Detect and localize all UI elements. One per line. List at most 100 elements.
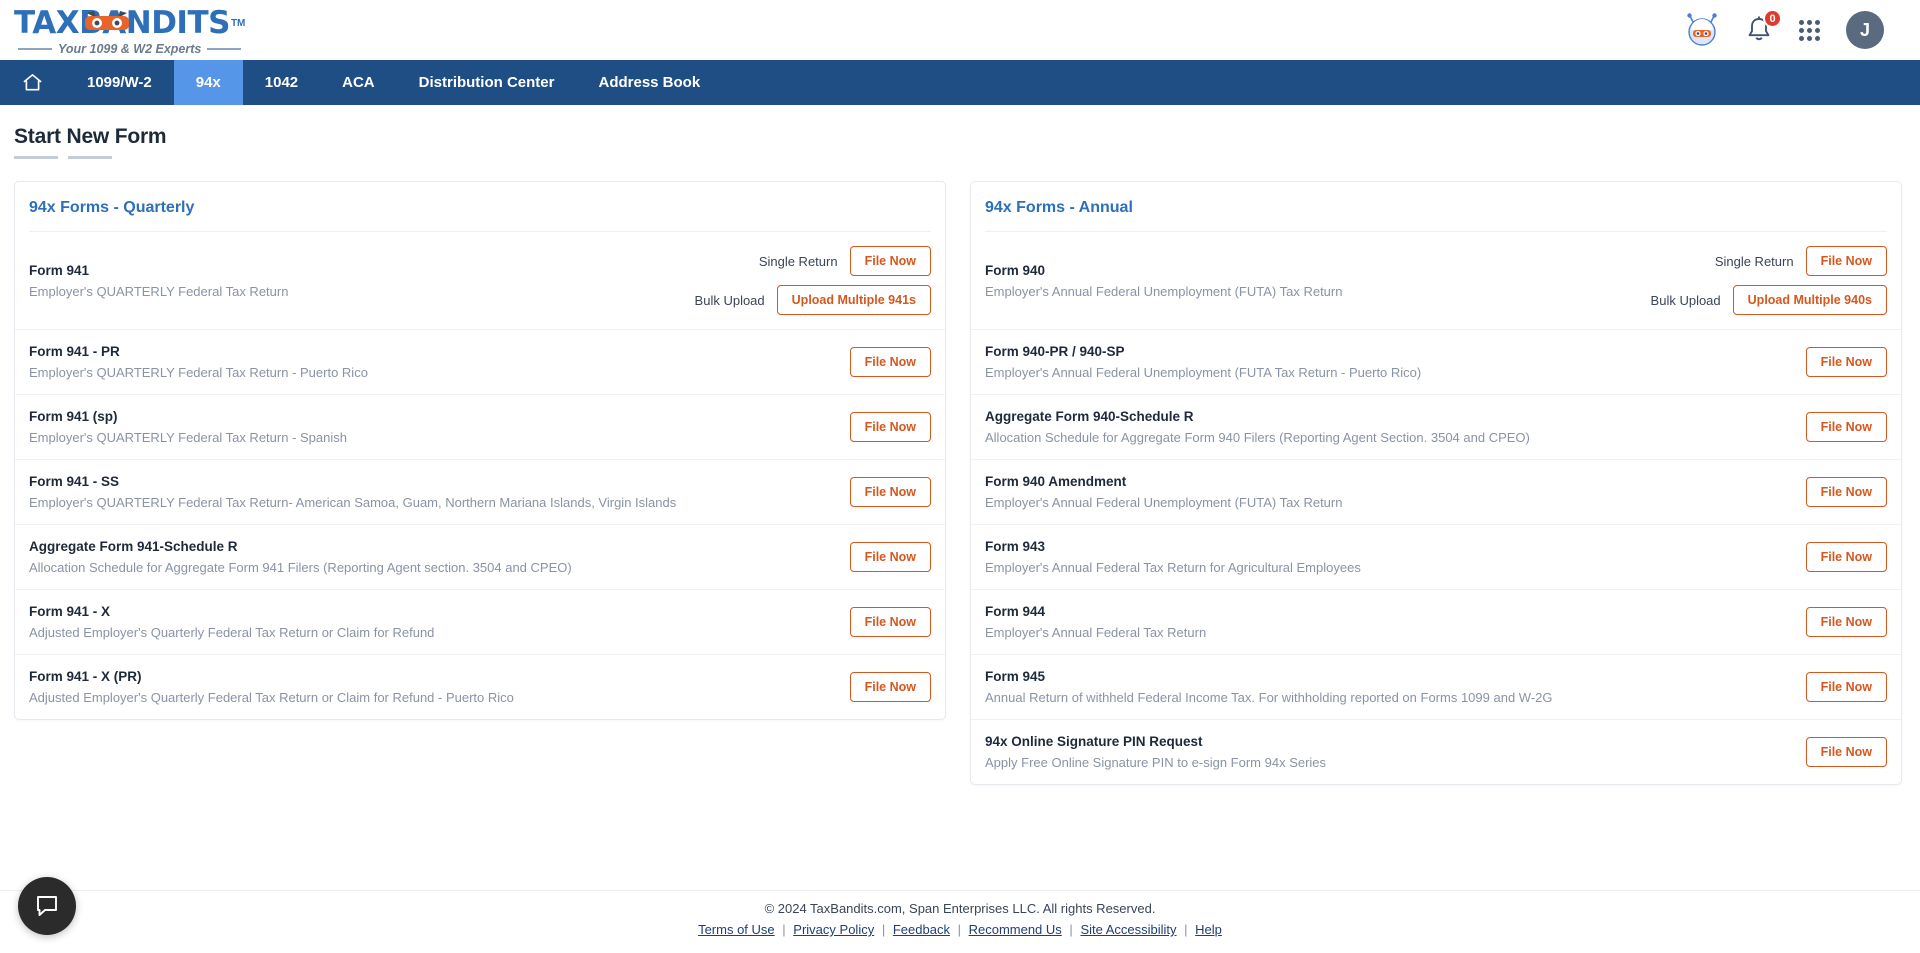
file-now-button[interactable]: File Now xyxy=(849,412,931,442)
file-now-button[interactable]: File Now xyxy=(1805,412,1887,442)
form-info: Form 941 - SS Employer's QUARTERLY Feder… xyxy=(29,474,676,510)
table-row: Form 940 Employer's Annual Federal Unemp… xyxy=(971,232,1901,330)
nav-item-1042[interactable]: 1042 xyxy=(243,60,320,105)
form-description: Employer's Annual Federal Unemployment (… xyxy=(985,283,1343,299)
nav-item-distribution-center[interactable]: Distribution Center xyxy=(397,60,577,105)
table-row: Form 941 - SS Employer's QUARTERLY Feder… xyxy=(15,460,945,525)
form-info: Aggregate Form 940-Schedule R Allocation… xyxy=(985,409,1530,445)
page-footer: © 2024 TaxBandits.com, Span Enterprises … xyxy=(0,890,1920,953)
apps-menu-button[interactable] xyxy=(1799,19,1820,41)
form-description: Adjusted Employer's Quarterly Federal Ta… xyxy=(29,625,435,640)
file-now-button[interactable]: File Now xyxy=(849,542,931,572)
page-title-section: Start New Form xyxy=(0,105,1920,159)
table-row: Form 945 Annual Return of withheld Feder… xyxy=(971,655,1901,720)
file-now-button[interactable]: File Now xyxy=(849,347,931,377)
file-now-button[interactable]: File Now xyxy=(1805,737,1887,767)
form-info: Form 941 - PR Employer's QUARTERLY Feder… xyxy=(29,344,368,380)
user-avatar[interactable]: J xyxy=(1846,11,1884,49)
nav-item-94x[interactable]: 94x xyxy=(173,60,243,105)
form-info: Form 945 Annual Return of withheld Feder… xyxy=(985,669,1553,705)
nav-item-home[interactable] xyxy=(0,60,65,105)
table-row: Form 940 Amendment Employer's Annual Fed… xyxy=(971,460,1901,525)
footer-link-terms-of-use[interactable]: Terms of Use xyxy=(698,922,775,937)
single-return-label: Single Return xyxy=(1714,253,1794,269)
table-row: Aggregate Form 940-Schedule R Allocation… xyxy=(971,395,1901,460)
card-quarterly-title: 94x Forms - Quarterly xyxy=(29,199,195,216)
file-now-button[interactable]: File Now xyxy=(1805,607,1887,637)
form-name: Aggregate Form 940-Schedule R xyxy=(985,409,1194,424)
upload-multiple-940s-button[interactable]: Upload Multiple 940s xyxy=(1732,285,1887,315)
chat-bubble-icon xyxy=(37,896,57,916)
form-info: Aggregate Form 941-Schedule R Allocation… xyxy=(29,539,572,575)
notifications-button[interactable]: 0 xyxy=(1745,9,1782,45)
table-row: Form 941 (sp) Employer's QUARTERLY Feder… xyxy=(15,395,945,460)
file-now-button[interactable]: File Now xyxy=(1805,477,1887,507)
nav-item-address-book[interactable]: Address Book xyxy=(576,60,722,105)
tagline-text: Your 1099 & W2 Experts xyxy=(58,42,202,56)
single-return-action: Single Return File Now xyxy=(759,246,931,276)
title-underline-segment xyxy=(14,156,58,159)
form-info: Form 943 Employer's Annual Federal Tax R… xyxy=(985,539,1361,575)
form-description: Employer's Annual Federal Tax Return xyxy=(985,625,1207,640)
file-now-button[interactable]: File Now xyxy=(1805,672,1887,702)
form-description: Employer's QUARTERLY Federal Tax Return … xyxy=(29,365,368,380)
bulk-upload-action: Bulk Upload Upload Multiple 940s xyxy=(1651,285,1887,315)
form-description: Annual Return of withheld Federal Income… xyxy=(985,690,1553,705)
form-description: Employer's QUARTERLY Federal Tax Return-… xyxy=(29,495,677,510)
single-return-label: Single Return xyxy=(758,253,838,269)
grid-dot xyxy=(1815,27,1820,33)
form-description: Allocation Schedule for Aggregate Form 9… xyxy=(985,430,1530,445)
bulk-upload-action: Bulk Upload Upload Multiple 941s xyxy=(695,285,931,315)
header-icon-group: 0 J xyxy=(1685,9,1884,49)
table-row: Form 940-PR / 940-SP Employer's Annual F… xyxy=(971,330,1901,395)
form-description: Employer's QUARTERLY Federal Tax Return xyxy=(29,283,289,299)
robot-assistant-icon xyxy=(1687,13,1717,46)
chatbot-button[interactable] xyxy=(1685,13,1719,47)
file-now-button[interactable]: File Now xyxy=(849,607,931,637)
form-info: Form 941 Employer's QUARTERLY Federal Ta… xyxy=(29,263,288,299)
logo-mark: TAXBANDITS TM xyxy=(14,8,245,39)
grid-dot xyxy=(1799,27,1804,33)
bandit-glasses-icon xyxy=(85,11,129,30)
form-name: Form 941 - X (PR) xyxy=(29,669,142,684)
footer-link-recommend-us[interactable]: Recommend Us xyxy=(969,922,1062,937)
grid-dot xyxy=(1807,19,1812,25)
bell-wrapper: 0 xyxy=(1745,9,1782,45)
nav-item-1099-w2[interactable]: 1099/W-2 xyxy=(65,60,174,105)
grid-dot xyxy=(1807,35,1812,41)
file-now-button[interactable]: File Now xyxy=(849,246,931,276)
title-underline-segment xyxy=(68,156,112,159)
file-now-button[interactable]: File Now xyxy=(849,672,931,702)
form-description: Employer's QUARTERLY Federal Tax Return … xyxy=(29,430,347,445)
footer-link-site-accessibility[interactable]: Site Accessibility xyxy=(1080,922,1176,937)
footer-link-privacy-policy[interactable]: Privacy Policy xyxy=(793,922,874,937)
form-name: Form 944 xyxy=(985,604,1046,619)
logo-tagline: Your 1099 & W2 Experts xyxy=(18,42,242,56)
brand-logo[interactable]: TAXBANDITS TM Your 1099 & W2 Experts xyxy=(14,4,245,57)
copyright-text: © 2024 TaxBandits.com, Span Enterprises … xyxy=(764,901,1156,916)
file-now-button[interactable]: File Now xyxy=(1805,246,1887,276)
footer-links: Terms of Use | Privacy Policy | Feedback… xyxy=(0,922,1920,937)
form-info: Form 940 Employer's Annual Federal Unemp… xyxy=(985,263,1342,299)
form-info: Form 941 (sp) Employer's QUARTERLY Feder… xyxy=(29,409,347,445)
bulk-upload-label: Bulk Upload xyxy=(694,292,765,308)
form-info: Form 944 Employer's Annual Federal Tax R… xyxy=(985,604,1206,640)
form-name: Form 940 Amendment xyxy=(985,474,1127,489)
nav-item-aca[interactable]: ACA xyxy=(320,60,397,105)
table-row: Form 941 - X (PR) Adjusted Employer's Qu… xyxy=(15,655,945,719)
footer-separator: | xyxy=(881,922,886,937)
chat-widget-button[interactable] xyxy=(18,877,76,935)
file-now-button[interactable]: File Now xyxy=(849,477,931,507)
table-row: 94x Online Signature PIN Request Apply F… xyxy=(971,720,1901,784)
upload-multiple-941s-button[interactable]: Upload Multiple 941s xyxy=(776,285,931,315)
file-now-button[interactable]: File Now xyxy=(1805,542,1887,572)
form-name: Aggregate Form 941-Schedule R xyxy=(29,539,238,554)
form-description: Allocation Schedule for Aggregate Form 9… xyxy=(29,560,572,575)
grid-dot xyxy=(1815,19,1820,25)
home-icon xyxy=(23,74,42,91)
form-info: Form 941 - X Adjusted Employer's Quarter… xyxy=(29,604,434,640)
footer-link-feedback[interactable]: Feedback xyxy=(893,922,950,937)
footer-separator: | xyxy=(1069,922,1073,937)
footer-link-help[interactable]: Help xyxy=(1195,922,1222,937)
file-now-button[interactable]: File Now xyxy=(1805,347,1887,377)
